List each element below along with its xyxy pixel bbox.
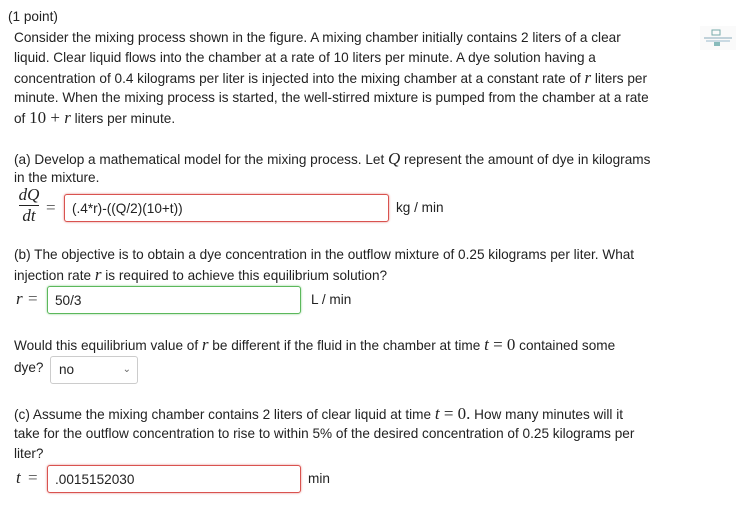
unit-l-per-min: L / min: [311, 292, 352, 307]
select-value: no: [59, 362, 75, 377]
unit-min: min: [308, 471, 330, 486]
dq-dt-answer-input[interactable]: [64, 194, 389, 222]
part-a-line-1: (a) Develop a mathematical model for the…: [14, 149, 651, 168]
intro-line-1: Consider the mixing process shown in the…: [14, 30, 621, 45]
part-c-line-1: (c) Assume the mixing chamber contains 2…: [14, 404, 623, 423]
equals-sign-b: =: [28, 289, 38, 308]
equals-sign: =: [46, 198, 56, 217]
equilibrium-question-line-2: dye?: [14, 360, 44, 375]
part-b-line-2: injection rate r is required to achieve …: [14, 265, 388, 284]
t-answer-input[interactable]: [47, 465, 301, 493]
mixing-figure-thumbnail[interactable]: [700, 26, 736, 50]
part-b-line-1: (b) The objective is to obtain a dye con…: [14, 247, 635, 262]
dq-dt-fraction: dQ dt: [18, 185, 40, 226]
part-c-line-3: liter?: [14, 446, 44, 461]
fraction-numerator: dQ: [18, 185, 40, 204]
intro-line-4: minute. When the mixing process is start…: [14, 90, 649, 105]
problem-container: (1 point) Consider the mixing process sh…: [0, 0, 743, 505]
intro-line-5: of 10 + r liters per minute.: [14, 108, 176, 127]
unit-kg-per-min: kg / min: [396, 200, 444, 215]
intro-line-3: concentration of 0.4 kilograms per liter…: [14, 68, 648, 87]
chevron-down-icon: ⌄: [122, 364, 131, 375]
point-value: (1 point): [8, 9, 58, 24]
r-answer-input[interactable]: [47, 286, 301, 314]
fraction-denominator: dt: [22, 206, 36, 225]
var-r: r: [16, 289, 23, 308]
dye-answer-select[interactable]: no ⌄: [50, 356, 138, 384]
equals-sign-c: =: [28, 468, 38, 487]
equilibrium-question-line-1: Would this equilibrium value of r be dif…: [14, 335, 616, 354]
var-t: t: [16, 468, 21, 487]
intro-line-2: liquid. Clear liquid flows into the cham…: [14, 50, 596, 65]
part-c-line-2: take for the outflow concentration to ri…: [14, 426, 635, 441]
